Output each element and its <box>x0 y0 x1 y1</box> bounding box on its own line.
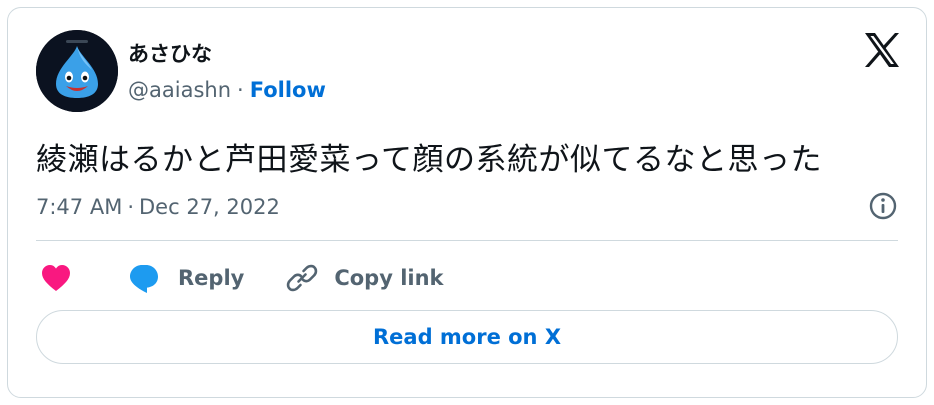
link-icon <box>286 262 318 294</box>
follow-button[interactable]: Follow <box>250 78 326 102</box>
avatar[interactable] <box>36 30 118 112</box>
read-more-button[interactable]: Read more on X <box>36 310 898 364</box>
info-icon[interactable] <box>868 191 898 221</box>
heart-icon <box>40 263 72 293</box>
x-logo-icon[interactable] <box>862 30 902 70</box>
copy-link-button[interactable]: Copy link <box>286 262 444 294</box>
action-bar: Reply Copy link <box>40 262 444 294</box>
reply-button[interactable]: Reply <box>128 262 244 294</box>
handle-row: @aaiashn · Follow <box>128 78 326 102</box>
tweet-date[interactable]: Dec 27, 2022 <box>139 195 280 219</box>
tweet-meta: 7:47 AM · Dec 27, 2022 <box>36 195 280 219</box>
user-handle[interactable]: @aaiashn <box>128 78 231 102</box>
divider <box>36 240 898 241</box>
display-name[interactable]: あさひな <box>128 38 212 68</box>
copy-link-label: Copy link <box>334 266 444 290</box>
meta-separator: · <box>127 195 135 219</box>
slime-avatar-icon <box>36 30 118 112</box>
tweet-card: あさひな @aaiashn · Follow 綾瀬はるかと芦田愛菜って顔の系統が… <box>7 7 927 398</box>
speech-bubble-icon <box>128 262 160 294</box>
handle-separator: · <box>237 78 244 102</box>
tweet-time[interactable]: 7:47 AM <box>36 195 122 219</box>
reply-label: Reply <box>178 266 245 290</box>
like-button[interactable] <box>40 263 72 293</box>
tweet-text: 綾瀬はるかと芦田愛菜って顔の系統が似てるなと思った <box>36 142 822 178</box>
